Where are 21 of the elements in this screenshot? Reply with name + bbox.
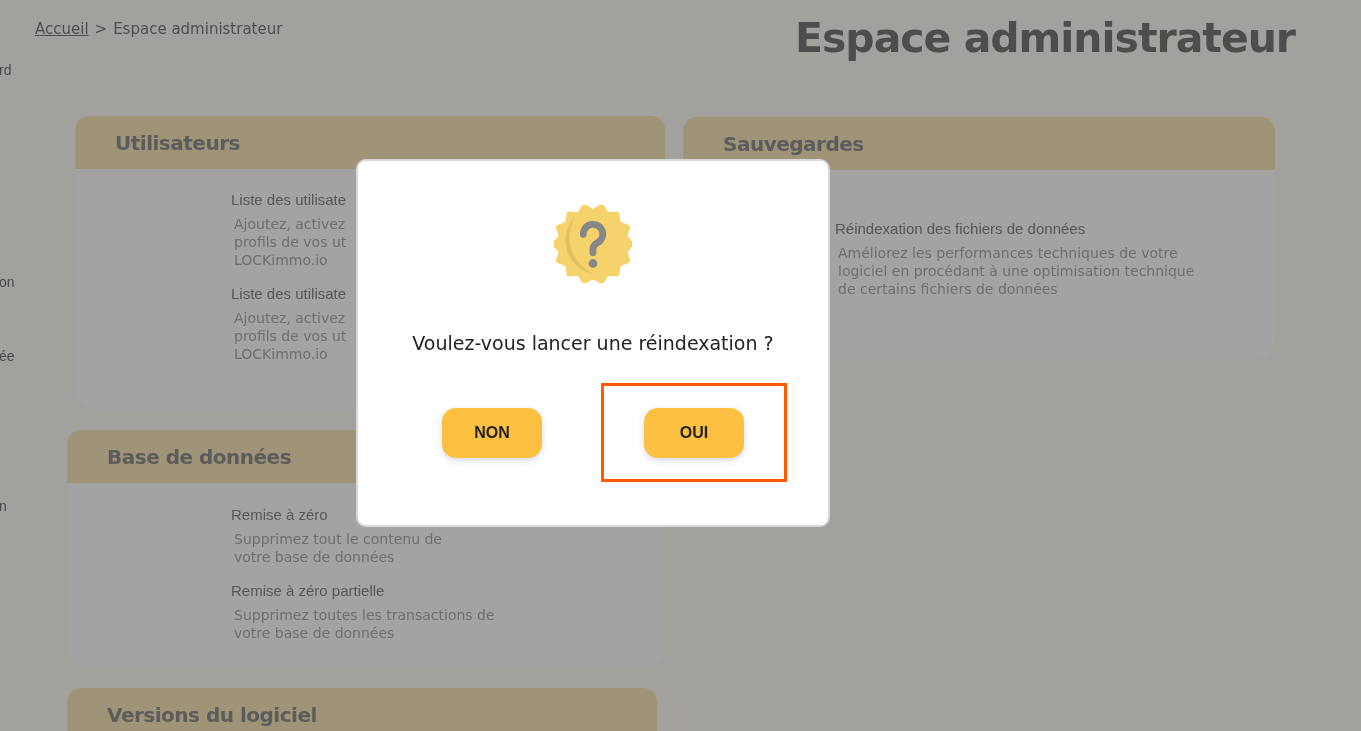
breadcrumb-separator: > — [94, 19, 108, 40]
sidebar-item[interactable]: rd — [0, 62, 20, 78]
page-title: Espace administrateur — [795, 13, 1296, 64]
breadcrumb-link[interactable]: Accueil — [35, 18, 89, 41]
item-title[interactable]: Remise à zéro partielle — [231, 580, 385, 602]
breadcrumb-current: Espace administrateur — [113, 19, 283, 40]
item-title[interactable]: Liste des utilisate — [231, 189, 347, 211]
sidebar-item[interactable]: n — [0, 498, 20, 514]
dialog-button[interactable]: NON — [442, 407, 542, 458]
card-title: Sauvegardes — [723, 130, 864, 158]
card-title: Versions du logiciel — [107, 702, 317, 729]
item-title[interactable]: Réindexation des fichiers de données — [835, 218, 1086, 240]
sidebar-item[interactable]: ée — [0, 348, 20, 364]
item-title[interactable]: Liste des utilisate — [231, 283, 347, 305]
item-title[interactable]: Remise à zéro — [231, 504, 328, 526]
dialog-message: Voulez-vous lancer une réindexation ? — [411, 331, 775, 355]
card-title: Base de données — [107, 443, 292, 471]
question-badge-icon — [554, 205, 632, 283]
card-title: Utilisateurs — [115, 129, 240, 157]
sidebar-item[interactable]: on — [0, 274, 20, 290]
dialog-button[interactable]: OUI — [644, 407, 744, 458]
